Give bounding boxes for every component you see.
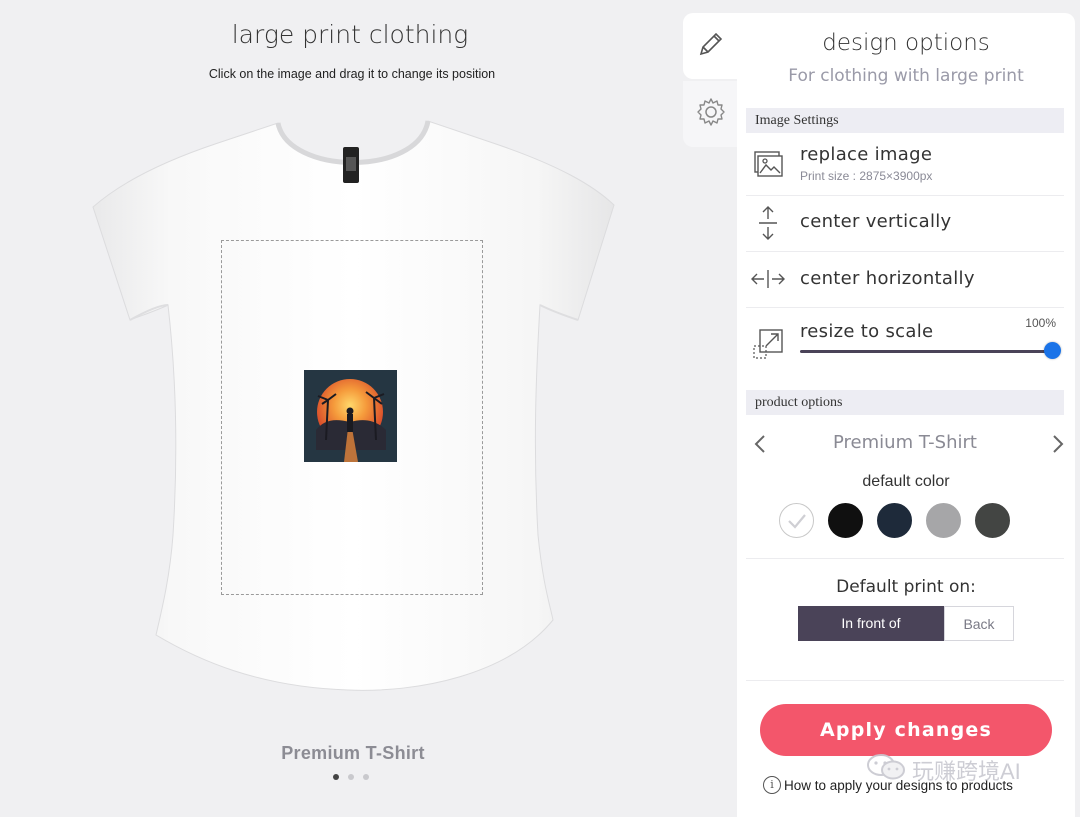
center-vertically-label: center vertically <box>800 211 952 232</box>
next-product-button[interactable] <box>1046 432 1070 456</box>
color-swatches <box>779 503 1010 538</box>
image-settings-header: Image Settings <box>746 108 1064 133</box>
print-side-toggle: In front of Back <box>798 606 1014 641</box>
color-swatch[interactable] <box>779 503 814 538</box>
print-size-text: Print size : 2875×3900px <box>800 169 933 183</box>
horizontal-arrows-icon <box>750 261 786 297</box>
replace-image-row[interactable]: replace image Print size : 2875×3900px <box>746 135 1064 196</box>
color-swatch[interactable] <box>828 503 863 538</box>
divider <box>746 558 1064 559</box>
resize-icon <box>750 326 786 362</box>
color-swatch[interactable] <box>877 503 912 538</box>
center-horizontally-label: center horizontally <box>800 268 975 289</box>
print-front-option[interactable]: In front of <box>798 606 944 641</box>
divider <box>746 680 1064 681</box>
watermark: 玩赚跨境AI <box>866 752 1021 788</box>
print-back-option[interactable]: Back <box>944 606 1014 641</box>
product-selector: Premium T-Shirt <box>746 430 1064 460</box>
tab-settings[interactable] <box>683 81 739 147</box>
resize-label: resize to scale <box>800 321 934 342</box>
replace-image-label: replace image <box>800 144 933 165</box>
color-swatch[interactable] <box>975 503 1010 538</box>
info-icon: i <box>763 776 781 794</box>
panel-title: design options <box>822 30 990 56</box>
preview-title: large print clothing <box>231 20 469 49</box>
preview-area: large print clothing Click on the image … <box>0 0 700 817</box>
resize-percent: 100% <box>1025 316 1056 330</box>
resize-slider-thumb[interactable] <box>1044 342 1061 359</box>
vertical-arrows-icon <box>750 205 786 241</box>
resize-slider-track[interactable] <box>800 350 1052 353</box>
watermark-text: 玩赚跨境AI <box>912 759 1021 784</box>
carousel-dot[interactable] <box>348 774 354 780</box>
carousel-dots <box>333 774 369 780</box>
image-icon <box>750 146 786 182</box>
tab-edit[interactable] <box>683 13 739 79</box>
resize-row: resize to scale 100% <box>746 308 1064 368</box>
print-on-label: Default print on: <box>836 577 976 597</box>
wechat-icon <box>866 752 906 788</box>
color-swatch[interactable] <box>926 503 961 538</box>
center-vertically-row[interactable]: center vertically <box>746 196 1064 252</box>
center-horizontally-row[interactable]: center horizontally <box>746 252 1064 308</box>
product-name: Premium T-Shirt <box>833 432 977 453</box>
product-options-header: product options <box>746 390 1064 415</box>
preview-product-name: Premium T-Shirt <box>281 743 425 763</box>
pencil-icon <box>696 29 726 64</box>
default-color-label: default color <box>862 473 950 490</box>
gear-icon <box>695 96 727 133</box>
panel-subtitle: For clothing with large print <box>788 66 1024 86</box>
apply-changes-button[interactable]: Apply changes <box>760 704 1052 756</box>
checkmark-icon <box>787 513 806 529</box>
design-options-panel: design options For clothing with large p… <box>737 13 1075 817</box>
preview-hint: Click on the image and drag it to change… <box>208 67 496 81</box>
carousel-dot[interactable] <box>333 774 339 780</box>
design-image[interactable] <box>304 370 397 462</box>
carousel-dot[interactable] <box>363 774 369 780</box>
